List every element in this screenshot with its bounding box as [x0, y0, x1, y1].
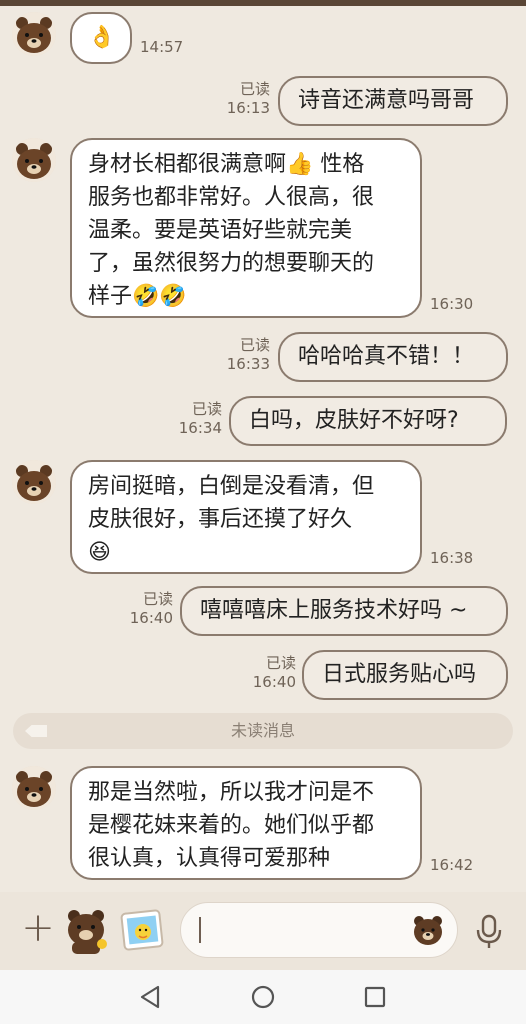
- message-line: 温柔。要是英语好些就完美: [88, 218, 353, 243]
- message-line: 是樱花妹来着的。她们似乎都: [88, 813, 375, 838]
- message-meta: 已读 16:40: [248, 654, 296, 692]
- message-meta: 已读 16:33: [222, 336, 270, 374]
- message-line: 那是当然啦，所以我才问是不: [88, 780, 375, 805]
- recent-square-icon[interactable]: [360, 982, 390, 1012]
- message-input[interactable]: [180, 902, 458, 958]
- message-text: 诗音还满意吗哥哥: [298, 88, 475, 113]
- message-time: 16:40: [129, 609, 173, 627]
- message-time: 16:42: [430, 856, 474, 874]
- message-text: 嘻嘻嘻床上服务技术好吗 ~: [200, 598, 468, 623]
- message-line: 很认真，认真得可爱那种: [88, 846, 331, 871]
- message-bubble-incoming[interactable]: 那是当然啦，所以我才问是不 是樱花妹来着的。她们似乎都 很认真，认真得可爱那种: [70, 766, 422, 880]
- message-bubble-outgoing[interactable]: 白吗，皮肤好不好呀?: [229, 396, 507, 446]
- text-caret: [199, 917, 201, 943]
- message-text: 👌: [88, 25, 116, 50]
- microphone-icon[interactable]: [474, 914, 504, 950]
- read-receipt: 已读: [191, 400, 222, 418]
- back-triangle-icon[interactable]: [136, 982, 166, 1012]
- read-receipt: 已读: [239, 336, 270, 354]
- message-bubble-outgoing[interactable]: 嘻嘻嘻床上服务技术好吗 ~: [180, 586, 508, 636]
- message-bubble-outgoing[interactable]: 哈哈哈真不错！！: [278, 332, 508, 382]
- message-meta: 已读 16:40: [125, 590, 173, 628]
- message-line: 房间挺暗，白倒是没看清，但: [88, 474, 375, 499]
- photo-icon[interactable]: [120, 908, 166, 952]
- message-line: 样子🤣🤣: [88, 284, 187, 309]
- message-time: 16:40: [252, 673, 296, 691]
- message-time: 16:38: [430, 549, 474, 567]
- bear-avatar-icon: [12, 766, 56, 810]
- bear-avatar-icon: [12, 138, 56, 182]
- bear-avatar-icon: [12, 460, 56, 504]
- home-circle-icon[interactable]: [248, 982, 278, 1012]
- read-receipt: 已读: [142, 590, 173, 608]
- contact-avatar[interactable]: [12, 138, 56, 182]
- message-time: 16:13: [226, 99, 270, 117]
- chat-history[interactable]: 👌 14:57 已读 16:13 诗音还满意吗哥哥 身材长相都很满意啊👍 性格 …: [0, 6, 526, 892]
- message-input-bar: +: [0, 892, 526, 970]
- message-bubble-incoming[interactable]: 房间挺暗，白倒是没看清，但 皮肤很好，事后还摸了好久 😆: [70, 460, 422, 574]
- message-bubble-outgoing[interactable]: 日式服务贴心吗: [302, 650, 508, 700]
- unread-divider: 未读消息: [13, 713, 513, 749]
- message-text: 哈哈哈真不错！！: [298, 344, 475, 369]
- read-receipt: 已读: [239, 80, 270, 98]
- bear-avatar-icon: [12, 12, 56, 56]
- message-line: 😆: [88, 540, 111, 565]
- message-time: 16:30: [430, 295, 474, 313]
- plus-icon[interactable]: +: [20, 908, 56, 948]
- message-time: 14:57: [140, 38, 184, 56]
- contact-avatar[interactable]: [12, 460, 56, 504]
- contact-avatar[interactable]: [12, 766, 56, 810]
- message-line: 了，虽然很努力的想要聊天的: [88, 251, 375, 276]
- message-bubble-outgoing[interactable]: 诗音还满意吗哥哥: [278, 76, 508, 126]
- message-text: 日式服务贴心吗: [322, 662, 477, 687]
- message-text: 白吗，皮肤好不好呀?: [249, 408, 459, 433]
- message-line: 身材长相都很满意啊👍 性格: [88, 152, 365, 177]
- unread-tag-icon: [25, 725, 47, 737]
- message-meta: 已读 16:13: [222, 80, 270, 118]
- message-line: 服务也都非常好。人很高，很: [88, 185, 375, 210]
- unread-label: 未读消息: [230, 721, 295, 740]
- system-navigation-bar: [0, 970, 526, 1024]
- sticker-icon[interactable]: [62, 906, 112, 956]
- contact-avatar[interactable]: [12, 12, 56, 56]
- message-time: 16:34: [178, 419, 222, 437]
- message-bubble-incoming[interactable]: 👌: [70, 12, 132, 64]
- message-line: 皮肤很好，事后还摸了好久: [88, 507, 353, 532]
- read-receipt: 已读: [265, 654, 296, 672]
- message-bubble-incoming[interactable]: 身材长相都很满意啊👍 性格 服务也都非常好。人很高，很 温柔。要是英语好些就完美…: [70, 138, 422, 318]
- message-time: 16:33: [226, 355, 270, 373]
- message-meta: 已读 16:34: [174, 400, 222, 438]
- emoji-icon[interactable]: [411, 913, 445, 947]
